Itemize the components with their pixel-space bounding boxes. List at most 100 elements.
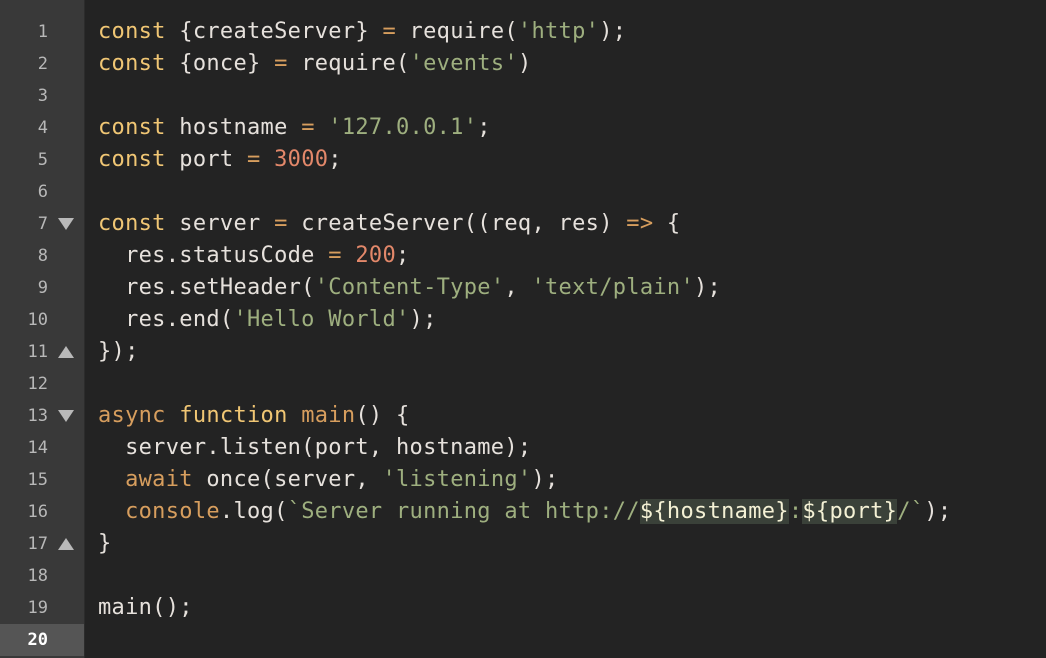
code-token: {createServer} (165, 19, 383, 44)
line-number-gutter: 1 2 3 4 5 6 7 8 9 10 11 12 13 14 15 16 17 18 19 20 (0, 0, 84, 658)
code-token: once(server, (192, 467, 383, 492)
code-token: /` (897, 499, 925, 524)
code-line[interactable]: res.setHeader('Content-Type', 'text/plai… (98, 272, 721, 304)
code-token: 'listening' (382, 467, 532, 492)
code-line[interactable]: console.log(`Server running at http://${… (98, 496, 951, 528)
gutter-row[interactable]: 15 (0, 464, 84, 496)
code-token: await (125, 467, 193, 492)
code-token: = (247, 147, 261, 172)
gutter-row[interactable]: 18 (0, 560, 84, 592)
code-line[interactable]: const server = createServer((req, res) =… (98, 208, 680, 240)
code-token: const (98, 211, 166, 236)
triangle-up-icon (58, 538, 74, 550)
code-token: 'events' (409, 51, 518, 76)
code-line[interactable]: server.listen(port, hostname); (98, 432, 531, 464)
gutter-row[interactable]: 10 (0, 304, 84, 336)
gutter-row[interactable]: 7 (0, 208, 84, 240)
code-token: 'Hello World' (233, 307, 410, 332)
code-token: console (125, 499, 220, 524)
gutter-row[interactable]: 5 (0, 144, 84, 176)
code-token: require( (287, 51, 410, 76)
gutter-divider (84, 0, 85, 658)
fold-end-icon[interactable] (56, 336, 76, 368)
code-token: ${hostname} (639, 499, 789, 524)
gutter-row[interactable]: 9 (0, 272, 84, 304)
gutter-row[interactable]: 16 (0, 496, 84, 528)
code-token: 200 (355, 243, 397, 268)
code-line[interactable]: } (98, 528, 112, 560)
gutter-row[interactable]: 14 (0, 432, 84, 464)
code-token: { (653, 211, 681, 236)
gutter-row[interactable]: 3 (0, 80, 84, 112)
code-token: main(); (98, 595, 193, 620)
code-line[interactable]: async function main() { (98, 400, 410, 432)
code-line[interactable]: const port = 3000; (98, 144, 342, 176)
code-token: .log( (219, 499, 288, 524)
code-token: ); (694, 275, 722, 300)
code-line[interactable]: main(); (98, 592, 193, 624)
line-number: 4 (37, 118, 48, 138)
gutter-row[interactable]: 8 (0, 240, 84, 272)
line-number: 17 (27, 534, 48, 554)
gutter-row[interactable]: 17 (0, 528, 84, 560)
line-number: 19 (27, 598, 48, 618)
code-line[interactable]: const {once} = require('events') (98, 48, 531, 80)
gutter-row[interactable]: 11 (0, 336, 84, 368)
code-token: ); (409, 307, 437, 332)
line-number: 10 (27, 310, 48, 330)
code-token: () { (355, 403, 410, 428)
line-number: 3 (37, 86, 48, 106)
code-token: server (165, 211, 275, 236)
code-line[interactable]: const {createServer} = require('http'); (98, 16, 626, 48)
gutter-row[interactable]: 12 (0, 368, 84, 400)
fold-end-icon[interactable] (56, 528, 76, 560)
code-token: : (788, 499, 803, 524)
code-token: = (328, 243, 342, 268)
code-token: => (626, 211, 654, 236)
code-token: ; (328, 147, 342, 172)
code-token: } (98, 531, 112, 556)
code-token: ); (531, 467, 559, 492)
code-line[interactable]: res.statusCode = 200; (98, 240, 410, 272)
fold-collapse-icon[interactable] (56, 208, 76, 240)
line-number: 9 (37, 278, 48, 298)
gutter-row[interactable]: 13 (0, 400, 84, 432)
code-token: hostname (165, 115, 302, 140)
code-token: const (98, 115, 166, 140)
gutter-row[interactable]: 2 (0, 48, 84, 80)
code-token: main (301, 403, 356, 428)
code-token: createServer((req, res) (287, 211, 627, 236)
triangle-down-icon (58, 218, 74, 230)
code-token: '127.0.0.1' (328, 115, 478, 140)
code-token: 'text/plain' (531, 275, 695, 300)
line-number: 6 (37, 182, 48, 202)
gutter-row[interactable]: 19 (0, 592, 84, 624)
gutter-row[interactable]: 1 (0, 16, 84, 48)
code-line[interactable]: const hostname = '127.0.0.1'; (98, 112, 491, 144)
code-token: 'http' (517, 19, 600, 44)
code-token: function (179, 403, 288, 428)
line-number: 16 (27, 502, 48, 522)
code-token: res.end( (98, 307, 234, 332)
code-token: port (165, 147, 248, 172)
fold-collapse-icon[interactable] (56, 400, 76, 432)
gutter-row[interactable]: 20 (0, 624, 84, 656)
code-editor[interactable]: 1 2 3 4 5 6 7 8 9 10 11 12 13 14 15 16 17 18 19 20 const {c… (0, 0, 1046, 658)
code-line[interactable]: }); (98, 336, 139, 368)
gutter-row[interactable]: 4 (0, 112, 84, 144)
gutter-row[interactable]: 6 (0, 176, 84, 208)
code-line[interactable]: res.end('Hello World'); (98, 304, 437, 336)
line-number: 14 (27, 438, 48, 458)
code-token: const (98, 147, 166, 172)
code-line[interactable]: await once(server, 'listening'); (98, 464, 559, 496)
code-token: require( (396, 19, 518, 44)
code-token: , (504, 275, 532, 300)
code-token: `Server running at http:// (287, 499, 640, 524)
code-token: = (274, 51, 288, 76)
